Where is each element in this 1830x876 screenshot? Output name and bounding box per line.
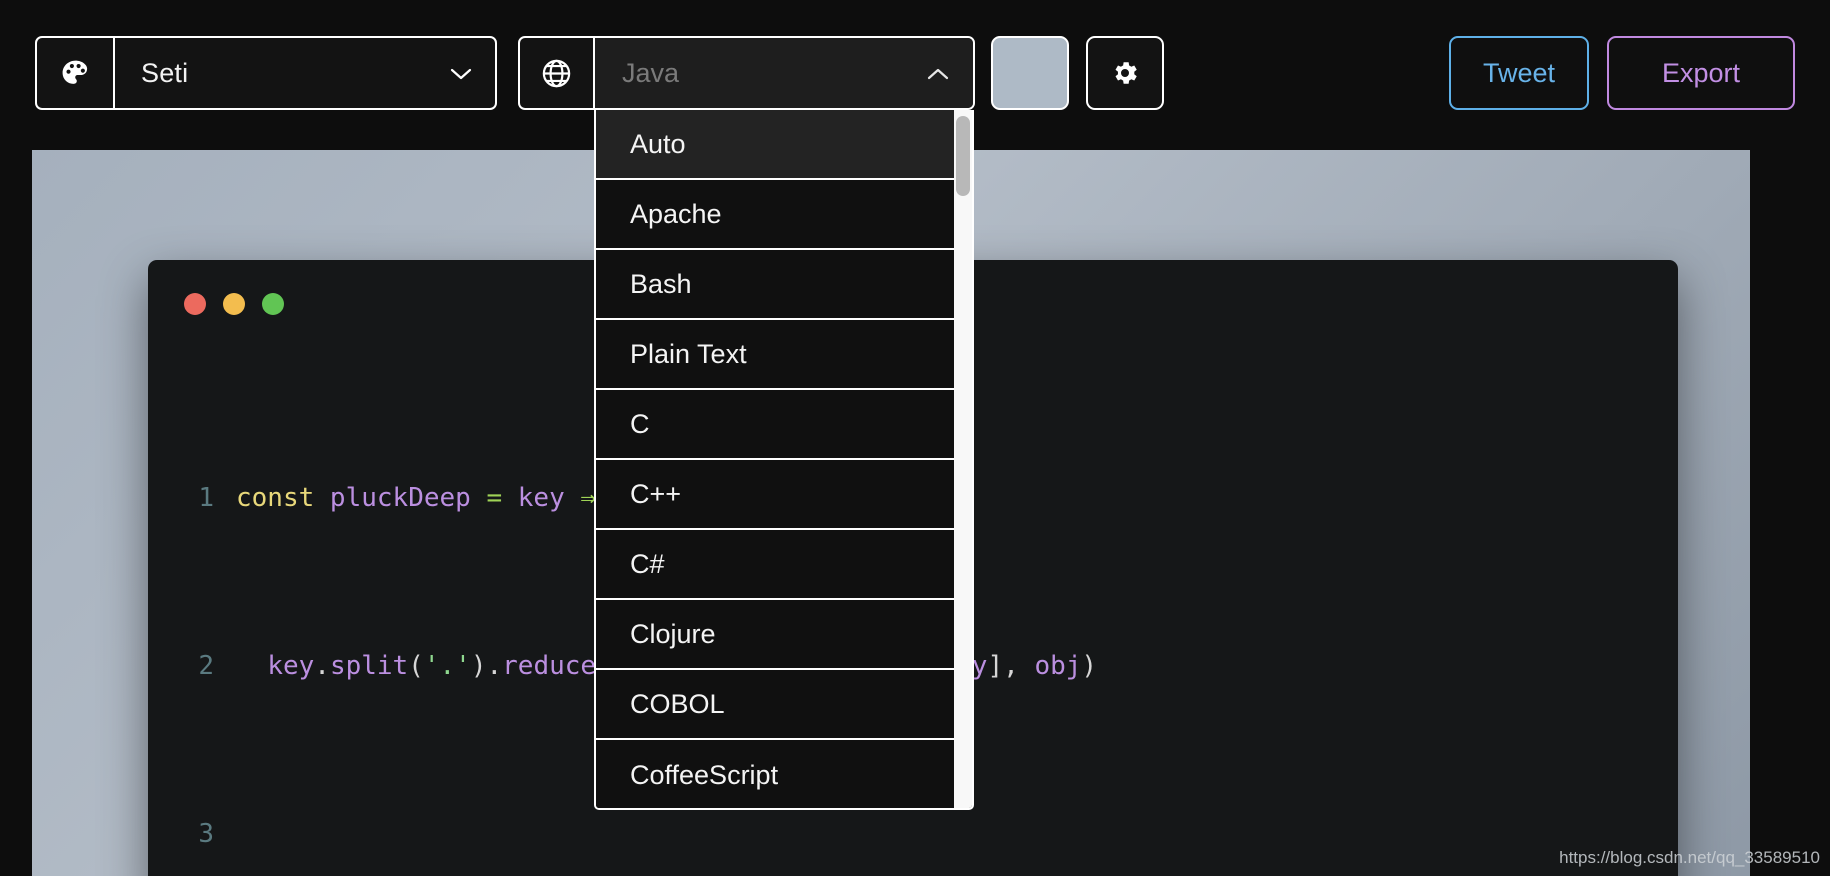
gear-icon: [1110, 58, 1140, 88]
maximize-dot[interactable]: [262, 293, 284, 315]
dropdown-option-c[interactable]: C: [596, 390, 954, 460]
dropdown-option-clojure[interactable]: Clojure: [596, 600, 954, 670]
background-color-swatch[interactable]: [991, 36, 1069, 110]
chevron-down-icon: [450, 67, 472, 80]
line-number: 1: [198, 483, 214, 513]
export-button[interactable]: Export: [1607, 36, 1795, 110]
dropdown-option-apache[interactable]: Apache: [596, 180, 954, 250]
dropdown-option-auto[interactable]: Auto: [596, 110, 954, 180]
line-number: 3: [198, 819, 214, 849]
chevron-up-icon: [927, 67, 949, 80]
close-dot[interactable]: [184, 293, 206, 315]
line-number: 2: [198, 651, 214, 681]
language-select-control[interactable]: Java: [595, 38, 973, 108]
tweet-button[interactable]: Tweet: [1449, 36, 1589, 110]
app-root: Seti Java Tweet Export 1 const pluckDeep…: [0, 0, 1830, 876]
language-placeholder: Java: [622, 57, 680, 88]
dropdown-scrollbar[interactable]: [954, 110, 972, 808]
theme-selector[interactable]: Seti: [35, 36, 497, 110]
dropdown-option-cobol[interactable]: COBOL: [596, 670, 954, 740]
minimize-dot[interactable]: [223, 293, 245, 315]
settings-button[interactable]: [1086, 36, 1164, 110]
window-traffic-lights: [184, 293, 284, 315]
theme-select-control[interactable]: Seti: [115, 38, 495, 108]
dropdown-option-plain-text[interactable]: Plain Text: [596, 320, 954, 390]
dropdown-option-bash[interactable]: Bash: [596, 250, 954, 320]
dropdown-option-coffeescript[interactable]: CoffeeScript: [596, 740, 954, 808]
globe-icon-button[interactable]: [520, 38, 595, 108]
dropdown-option-cpp[interactable]: C++: [596, 460, 954, 530]
language-selector[interactable]: Java: [518, 36, 975, 110]
dropdown-scrollbar-thumb[interactable]: [956, 116, 970, 196]
dropdown-options: Auto Apache Bash Plain Text C C++ C# Clo…: [596, 110, 954, 808]
palette-icon-button[interactable]: [37, 38, 115, 108]
language-dropdown-list[interactable]: Auto Apache Bash Plain Text C C++ C# Clo…: [594, 110, 974, 810]
globe-icon: [540, 57, 573, 90]
theme-value: Seti: [141, 57, 189, 88]
watermark-text: https://blog.csdn.net/qq_33589510: [1559, 848, 1820, 867]
dropdown-option-csharp[interactable]: C#: [596, 530, 954, 600]
palette-icon: [60, 58, 91, 89]
code-line: 3: [148, 806, 1678, 862]
